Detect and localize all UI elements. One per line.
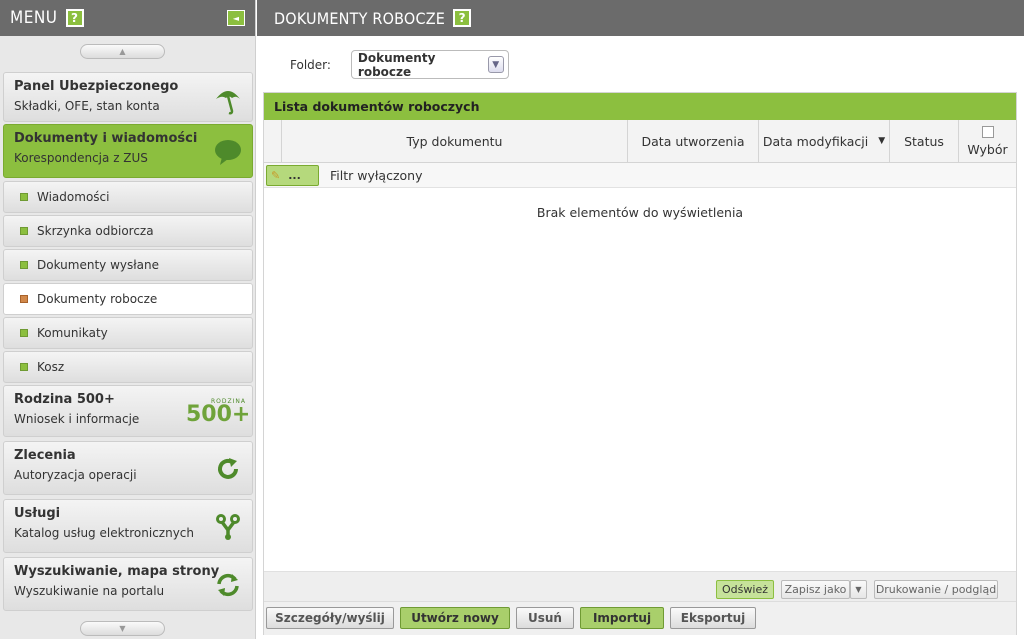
group-title: Usługi (14, 506, 61, 521)
sidebar-item-label: Wiadomości (37, 190, 110, 204)
scroll-up-button[interactable]: ▲ (80, 44, 165, 59)
sidebar-group-rodzina-500[interactable]: Rodzina 500+ Wniosek i informacje RODZIN… (3, 385, 253, 437)
refresh-icon (214, 452, 242, 486)
group-subtitle: Składki, OFE, stan konta (14, 99, 160, 113)
filter-button-label: ... (288, 168, 301, 182)
scroll-down-button[interactable]: ▼ (80, 621, 165, 636)
sidebar-group-panel-ubezpieczonego[interactable]: Panel Ubezpieczonego Składki, OFE, stan … (3, 72, 253, 122)
sync-icon (214, 568, 242, 602)
select-all-checkbox[interactable] (981, 125, 994, 138)
umbrella-icon (214, 83, 242, 117)
filter-icon: ✎ (271, 168, 281, 182)
grid-toolbar: Odśwież Zapisz jako ▼ Drukowanie / podgl… (264, 571, 1016, 601)
folder-label: Folder: (290, 57, 331, 72)
sidebar-header: MENU ? ◄ (0, 0, 255, 36)
page-title: DOKUMENTY ROBOCZE (274, 8, 446, 28)
bullet-icon (20, 295, 28, 303)
group-title: Wyszukiwanie, mapa strony (14, 564, 220, 579)
filter-row: ✎ ... Filtr wyłączony (264, 163, 1016, 188)
rodzina-500-logo: RODZINA 500+ (186, 398, 251, 427)
group-subtitle: Katalog usług elektronicznych (14, 526, 194, 540)
bullet-icon (20, 227, 28, 235)
sidebar-item-label: Kosz (37, 360, 65, 374)
sidebar-item-skrzynka-odbiorcza[interactable]: Skrzynka odbiorcza (3, 215, 253, 247)
sidebar-group-wyszukiwanie[interactable]: Wyszukiwanie, mapa strony Wyszukiwanie n… (3, 557, 253, 611)
grid-header: Typ dokumentu Data utworzenia Data modyf… (264, 120, 1016, 163)
bullet-icon (20, 261, 28, 269)
create-new-button[interactable]: Utwórz nowy (400, 607, 510, 629)
column-typ-dokumentu[interactable]: Typ dokumentu (282, 120, 628, 162)
sidebar: MENU ? ◄ ▲ Panel Ubezpieczonego Składki,… (0, 0, 256, 639)
folder-select[interactable]: Dokumenty robocze ▼ (350, 50, 509, 79)
column-data-utworzenia[interactable]: Data utworzenia (628, 120, 759, 162)
refresh-button[interactable]: Odśwież (716, 580, 774, 599)
sidebar-item-label: Dokumenty robocze (37, 292, 158, 306)
speech-bubble-icon (214, 135, 242, 169)
action-bar: Szczegóły/wyślij Utwórz nowy Usuń Import… (264, 601, 1016, 635)
group-title: Panel Ubezpieczonego (14, 79, 179, 94)
sort-desc-icon: ▼ (878, 136, 886, 146)
sidebar-item-wiadomosci[interactable]: Wiadomości (3, 181, 253, 213)
column-data-modyfikacji[interactable]: Data modyfikacji ▼ (759, 120, 890, 162)
column-label: Data modyfikacji (762, 133, 869, 149)
sidebar-item-dokumenty-wyslane[interactable]: Dokumenty wysłane (3, 249, 253, 281)
services-icon (214, 510, 242, 544)
group-subtitle: Wyszukiwanie na portalu (14, 584, 165, 598)
sidebar-item-label: Dokumenty wysłane (37, 258, 159, 272)
collapse-sidebar-button[interactable]: ◄ (227, 10, 245, 26)
column-wybor: Wybór (959, 120, 1016, 162)
folder-row: Folder: Dokumenty robocze ▼ (290, 50, 509, 79)
sidebar-item-label: Komunikaty (37, 326, 108, 340)
folder-select-value: Dokumenty robocze (357, 50, 436, 79)
page-header: DOKUMENTY ROBOCZE ? (257, 0, 1024, 36)
filter-button[interactable]: ✎ ... (266, 164, 319, 186)
sidebar-item-kosz[interactable]: Kosz (3, 351, 253, 383)
group-subtitle: Autoryzacja operacji (14, 468, 137, 482)
export-button[interactable]: Eksportuj (670, 607, 756, 629)
help-icon[interactable]: ? (453, 9, 472, 27)
group-title: Zlecenia (14, 448, 76, 463)
sidebar-title: MENU (10, 8, 58, 28)
save-as-button[interactable]: Zapisz jako (781, 580, 850, 599)
import-button[interactable]: Importuj (580, 607, 664, 629)
sidebar-item-komunikaty[interactable]: Komunikaty (3, 317, 253, 349)
print-preview-button[interactable]: Drukowanie / podgląd (874, 580, 998, 599)
sidebar-item-label: Skrzynka odbiorcza (37, 224, 154, 238)
filter-status: Filtr wyłączony (330, 167, 423, 183)
sidebar-group-zlecenia[interactable]: Zlecenia Autoryzacja operacji (3, 441, 253, 495)
sidebar-item-dokumenty-robocze[interactable]: Dokumenty robocze (3, 283, 253, 315)
bullet-icon (20, 363, 28, 371)
group-title: Dokumenty i wiadomości (14, 131, 198, 146)
panel-title: Lista dokumentów roboczych (264, 93, 1016, 120)
logo-number: 500+ (186, 402, 251, 427)
sidebar-group-uslugi[interactable]: Usługi Katalog usług elektronicznych (3, 499, 253, 553)
bullet-icon (20, 193, 28, 201)
help-icon[interactable]: ? (65, 9, 84, 27)
empty-message: Brak elementów do wyświetlenia (536, 205, 744, 220)
sidebar-group-dokumenty[interactable]: Dokumenty i wiadomości Korespondencja z … (3, 124, 253, 178)
chevron-down-icon[interactable]: ▼ (487, 56, 504, 73)
chevron-down-icon[interactable]: ▼ (850, 580, 867, 599)
column-label: Wybór (967, 141, 1008, 157)
bullet-icon (20, 329, 28, 337)
main-content: DOKUMENTY ROBOCZE ? Folder: Dokumenty ro… (257, 0, 1024, 639)
delete-button[interactable]: Usuń (516, 607, 574, 629)
details-send-button[interactable]: Szczegóły/wyślij (266, 607, 394, 629)
grid-corner (264, 120, 282, 162)
documents-panel: Lista dokumentów roboczych Typ dokumentu… (263, 92, 1017, 635)
group-subtitle: Korespondencja z ZUS (14, 151, 148, 165)
column-status[interactable]: Status (890, 120, 959, 162)
